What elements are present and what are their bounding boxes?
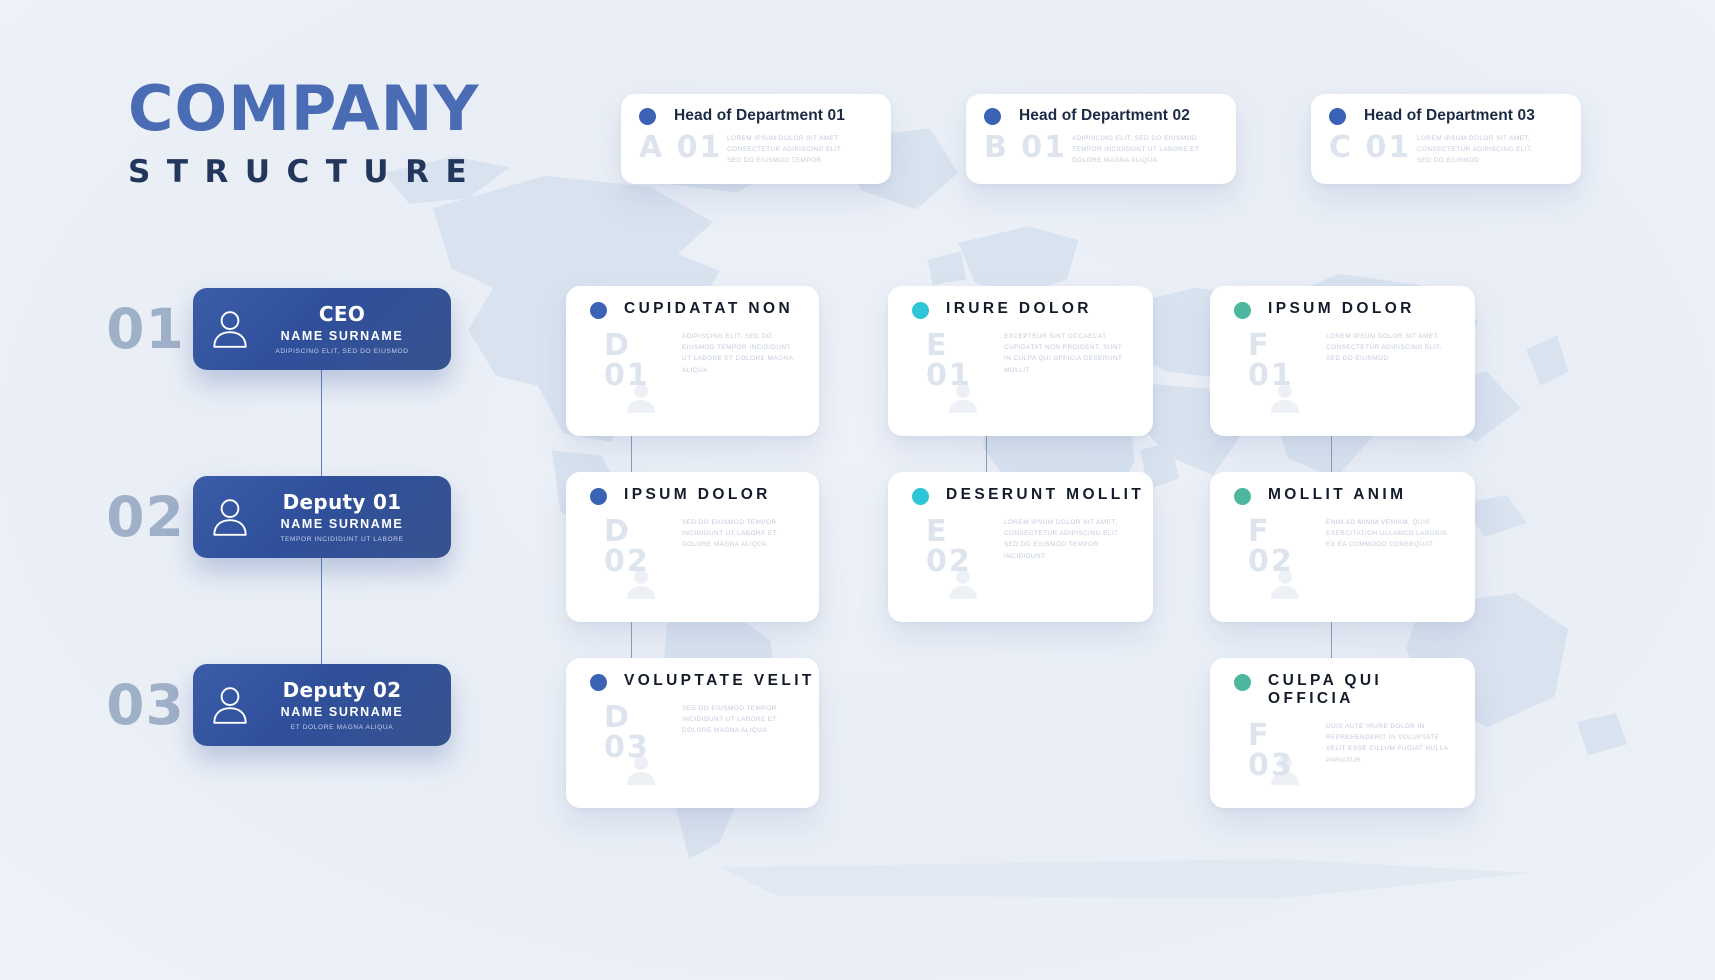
person-icon bbox=[213, 687, 247, 724]
team-lorem-d03: SED DO EIUSMOD TEMPOR INCIDIDUNT UT LABO… bbox=[682, 705, 777, 735]
exec-row-deputy-02[interactable]: 03 Deputy 02 NAME SURNAME ET DOLORE MAGN… bbox=[98, 664, 451, 746]
status-dot-icon bbox=[639, 107, 656, 125]
exec-card-deputy-01[interactable]: Deputy 01 NAME SURNAME TEMPOR INCIDIDUNT… bbox=[193, 476, 451, 558]
person-icon bbox=[213, 499, 247, 536]
team-card-f03[interactable]: CULPA QUI OFFICIA F 03 DUIS AUTE IRURE D… bbox=[1210, 658, 1475, 808]
person-icon bbox=[213, 311, 247, 348]
page-title: COMPANY STRUCTURE bbox=[128, 72, 484, 191]
status-dot-icon bbox=[590, 674, 607, 691]
exec-connector-2-3 bbox=[321, 556, 323, 666]
status-dot-icon bbox=[1234, 674, 1251, 691]
person-icon bbox=[1271, 570, 1299, 599]
exec-name-ceo: NAME SURNAME bbox=[280, 328, 404, 343]
status-dot-icon bbox=[1234, 302, 1251, 319]
status-dot-icon bbox=[984, 107, 1001, 125]
team-title-f01: IPSUM DOLOR bbox=[1268, 300, 1415, 317]
team-card-f01[interactable]: IPSUM DOLOR F 01 LOREM IPSUM DOLOR SIT A… bbox=[1210, 286, 1475, 436]
dept-head-title-2: Head of Department 02 bbox=[1019, 107, 1190, 124]
person-icon bbox=[627, 570, 655, 599]
team-lorem-f02: ENIM AD MINIM VENIAM, QUIS EXERCITATION … bbox=[1326, 519, 1448, 549]
team-title-d03: VOLUPTATE VELIT bbox=[624, 672, 815, 689]
person-icon bbox=[1271, 384, 1299, 413]
status-dot-icon bbox=[1329, 107, 1346, 125]
dept-head-lorem-3: LOREM IPSUM DOLOR SIT AMET, CONSECTETUR … bbox=[1417, 135, 1533, 165]
exec-caption-deputy-01: TEMPOR INCIDIDUNT UT LABORE bbox=[280, 535, 404, 543]
person-icon bbox=[627, 756, 655, 785]
dept-head-card-3[interactable]: Head of Department 03 C 01 LOREM IPSUM D… bbox=[1311, 94, 1581, 184]
team-lorem-f03: DUIS AUTE IRURE DOLOR IN REPREHENDERIT I… bbox=[1326, 723, 1448, 764]
team-title-d02: IPSUM DOLOR bbox=[624, 486, 771, 503]
exec-caption-ceo: ADIPISCING ELIT, SED DO EIUSMOD bbox=[275, 347, 409, 355]
status-dot-icon bbox=[590, 488, 607, 505]
team-lorem-d02: SED DO EIUSMOD TEMPOR INCIDIDUNT UT LABO… bbox=[682, 519, 777, 549]
title-structure: STRUCTURE bbox=[128, 154, 484, 190]
team-lorem-f01: LOREM IPSUM DOLOR SIT AMET, CONSECTETUR … bbox=[1326, 333, 1442, 363]
team-lorem-e02: LOREM IPSUM DOLOR SIT AMET, CONSECTETUR … bbox=[1004, 519, 1119, 560]
exec-name-deputy-02: NAME SURNAME bbox=[280, 704, 404, 719]
team-card-d01[interactable]: CUPIDATAT NON D 01 ADIPISCING ELIT, SED … bbox=[566, 286, 819, 436]
exec-title-ceo: CEO bbox=[318, 301, 366, 326]
dept-head-code-3: C 01 bbox=[1329, 130, 1412, 165]
status-dot-icon bbox=[912, 302, 929, 319]
team-lorem-d01: ADIPISCING ELIT, SED DO EIUSMOD TEMPOR I… bbox=[682, 333, 793, 374]
exec-card-ceo[interactable]: CEO NAME SURNAME ADIPISCING ELIT, SED DO… bbox=[193, 288, 451, 370]
dept-head-card-2[interactable]: Head of Department 02 B 01 ADIPISCING EL… bbox=[966, 94, 1236, 184]
team-card-e01[interactable]: IRURE DOLOR E 01 EXCEPTEUR SINT OCCAECAT… bbox=[888, 286, 1153, 436]
team-card-f02[interactable]: MOLLIT ANIM F 02 ENIM AD MINIM VENIAM, Q… bbox=[1210, 472, 1475, 622]
dept-head-card-1[interactable]: Head of Department 01 A 01 LOREM IPSUM D… bbox=[621, 94, 891, 184]
team-title-f02: MOLLIT ANIM bbox=[1268, 486, 1407, 503]
infographic-canvas: COMPANY STRUCTURE 01 CEO NAME SURNAME AD… bbox=[0, 0, 1715, 980]
person-icon bbox=[949, 384, 977, 413]
dept-head-lorem-2: ADIPISCING ELIT, SED DO EIUSMOD TEMPOR I… bbox=[1072, 135, 1200, 165]
exec-card-deputy-02[interactable]: Deputy 02 NAME SURNAME ET DOLORE MAGNA A… bbox=[193, 664, 451, 746]
exec-name-deputy-01: NAME SURNAME bbox=[280, 516, 404, 531]
team-title-f03: CULPA QUI OFFICIA bbox=[1268, 672, 1383, 707]
exec-title-deputy-02: Deputy 02 bbox=[282, 677, 402, 702]
team-card-d02[interactable]: IPSUM DOLOR D 02 SED DO EIUSMOD TEMPOR I… bbox=[566, 472, 819, 622]
exec-connector-1-2 bbox=[321, 368, 323, 478]
team-title-e02: DESERUNT MOLLIT bbox=[946, 486, 1145, 503]
exec-row-ceo[interactable]: 01 CEO NAME SURNAME ADIPISCING ELIT, SED… bbox=[98, 288, 451, 370]
exec-number-01: 01 bbox=[106, 297, 185, 361]
dept-head-code-1: A 01 bbox=[639, 130, 723, 165]
exec-title-deputy-01: Deputy 01 bbox=[282, 489, 402, 514]
exec-row-deputy-01[interactable]: 02 Deputy 01 NAME SURNAME TEMPOR INCIDID… bbox=[98, 476, 451, 558]
dept-head-lorem-1: LOREM IPSUM DOLOR SIT AMET CONSECTETUR A… bbox=[727, 135, 842, 165]
exec-number-02: 02 bbox=[106, 485, 185, 549]
team-title-e01: IRURE DOLOR bbox=[946, 300, 1092, 317]
dept-head-title-3: Head of Department 03 bbox=[1364, 107, 1535, 124]
status-dot-icon bbox=[912, 488, 929, 505]
exec-number-03: 03 bbox=[106, 673, 185, 737]
person-icon bbox=[1271, 756, 1299, 785]
person-icon bbox=[627, 384, 655, 413]
person-icon bbox=[949, 570, 977, 599]
team-card-d03[interactable]: VOLUPTATE VELIT D 03 SED DO EIUSMOD TEMP… bbox=[566, 658, 819, 808]
team-title-d01: CUPIDATAT NON bbox=[624, 300, 794, 317]
team-card-e02[interactable]: DESERUNT MOLLIT E 02 LOREM IPSUM DOLOR S… bbox=[888, 472, 1153, 622]
status-dot-icon bbox=[1234, 488, 1251, 505]
status-dot-icon bbox=[590, 302, 607, 319]
exec-caption-deputy-02: ET DOLORE MAGNA ALIQUA bbox=[290, 723, 394, 731]
title-company: COMPANY bbox=[128, 72, 480, 145]
team-lorem-e01: EXCEPTEUR SINT OCCAECAT CUPIDATAT NON PR… bbox=[1004, 333, 1123, 374]
dept-head-title-1: Head of Department 01 bbox=[674, 107, 845, 124]
dept-head-code-2: B 01 bbox=[984, 130, 1068, 165]
